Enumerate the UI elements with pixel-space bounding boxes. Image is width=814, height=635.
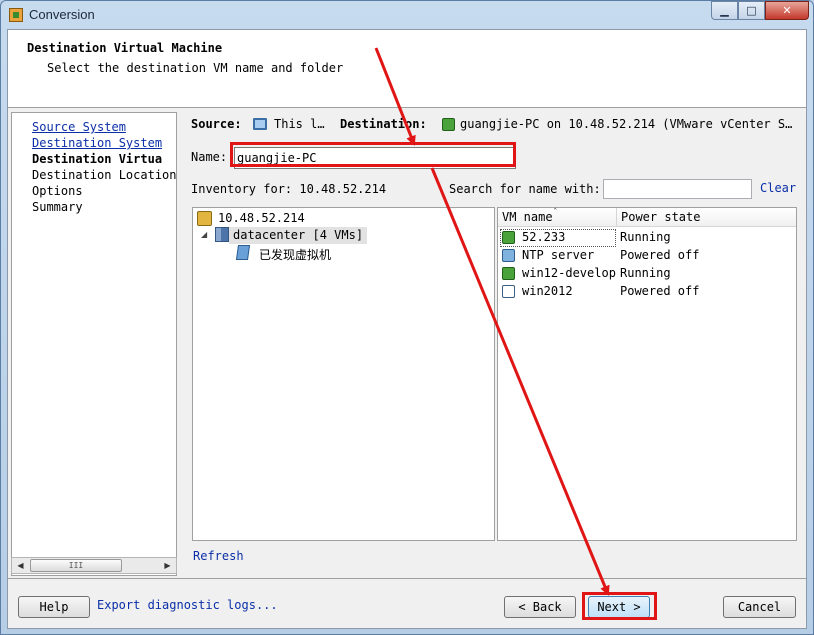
expand-arrow-icon[interactable]: ◢ [201, 230, 207, 239]
power-state-cell: Powered off [620, 248, 700, 262]
help-button[interactable]: Help [18, 596, 90, 618]
nav-item-summary: Summary [32, 200, 83, 214]
next-button-highlight [582, 592, 657, 620]
destination-label: Destination: [340, 117, 427, 131]
column-header-vm-name[interactable]: VM name ˆ [498, 208, 616, 227]
column-header-power-state[interactable]: Power state [617, 208, 737, 227]
nav-item-destination-location: Destination Location [32, 168, 177, 182]
destination-value: guangjie-PC on 10.48.52.214 (VMware vCen… [460, 117, 793, 131]
destination-vm-icon [442, 118, 455, 131]
vm-template-icon [502, 285, 515, 298]
datacenter-icon [215, 227, 229, 242]
column-vm-name-label: VM name [502, 210, 553, 224]
clear-link[interactable]: Clear [760, 181, 796, 195]
vm-name-cell: win2012 [522, 284, 573, 298]
tree-folder-label: 已发现虚拟机 [259, 248, 332, 262]
source-value: This l… [274, 117, 325, 131]
table-row[interactable]: 52.233 Running [498, 229, 796, 247]
table-row[interactable]: NTP server Powered off [498, 247, 796, 265]
table-row[interactable]: win2012 Powered off [498, 283, 796, 301]
search-input[interactable] [603, 179, 752, 199]
cancel-button[interactable]: Cancel [723, 596, 796, 618]
maximize-button[interactable]: □ [738, 1, 765, 20]
scroll-left-icon[interactable]: ◀ [13, 558, 28, 573]
scroll-thumb[interactable]: III [30, 559, 122, 572]
scroll-right-icon[interactable]: ▶ [160, 558, 175, 573]
page-subtitle: Select the destination VM name and folde… [47, 61, 344, 75]
window-controls: ▁ □ ✕ [711, 1, 809, 20]
power-state-cell: Powered off [620, 284, 700, 298]
tree-datacenter-label: datacenter [4 VMs] [233, 228, 364, 242]
grid-header: VM name ˆ Power state [498, 208, 796, 227]
inventory-label: Inventory for: 10.48.52.214 [191, 182, 387, 196]
wizard-step-nav: Source System Destination System Destina… [11, 112, 177, 576]
tree-item-datacenter[interactable]: ◢ datacenter [4 VMs] [201, 227, 367, 244]
tree-item-folder[interactable]: 已发现虚拟机 [235, 245, 357, 263]
minimize-button[interactable]: ▁ [711, 1, 738, 20]
footer-divider [8, 578, 806, 579]
close-button[interactable]: ✕ [765, 1, 809, 20]
name-field-highlight [230, 142, 516, 167]
vm-name-cell: win12-develop [522, 266, 616, 280]
refresh-link[interactable]: Refresh [193, 549, 244, 563]
converter-app-icon [9, 8, 23, 22]
computer-icon [253, 118, 267, 130]
source-label: Source: [191, 117, 242, 131]
vm-off-icon [502, 249, 515, 262]
vm-list-grid[interactable]: VM name ˆ Power state 52.233 Running NTP… [497, 207, 797, 541]
vm-running-icon [502, 267, 515, 280]
nav-item-options: Options [32, 184, 83, 198]
power-state-cell: Running [620, 230, 671, 244]
table-row[interactable]: win12-develop Running [498, 265, 796, 283]
vm-name-cell: NTP server [522, 248, 595, 262]
nav-item-destination-virtual-machine: Destination Virtua [32, 152, 163, 166]
wizard-client-area: Destination Virtual Machine Select the d… [7, 29, 807, 629]
title-bar[interactable]: Conversion ▁ □ ✕ [1, 1, 813, 29]
power-state-cell: Running [620, 266, 671, 280]
nav-horizontal-scrollbar[interactable]: ◀ III ▶ [11, 557, 177, 574]
export-diagnostic-logs-link[interactable]: Export diagnostic logs... [97, 598, 278, 612]
name-label: Name: [191, 150, 228, 164]
vm-running-icon [502, 231, 515, 244]
wizard-header: Destination Virtual Machine Select the d… [8, 30, 806, 108]
search-label: Search for name with: [449, 182, 601, 196]
tree-item-host[interactable]: 10.48.52.214 [196, 210, 346, 228]
back-button[interactable]: < Back [504, 596, 576, 618]
inventory-tree[interactable]: 10.48.52.214 ◢ datacenter [4 VMs] 已发现虚拟机 [192, 207, 495, 541]
tree-host-label: 10.48.52.214 [218, 211, 305, 225]
nav-item-destination-system[interactable]: Destination System [32, 136, 162, 150]
sort-ascending-icon: ˆ [553, 208, 558, 218]
page-title: Destination Virtual Machine [27, 41, 223, 55]
window-title: Conversion [29, 7, 95, 22]
nav-item-source-system[interactable]: Source System [32, 120, 126, 134]
folder-icon [235, 245, 251, 260]
host-icon [197, 211, 212, 226]
vm-name-cell: 52.233 [522, 230, 566, 244]
